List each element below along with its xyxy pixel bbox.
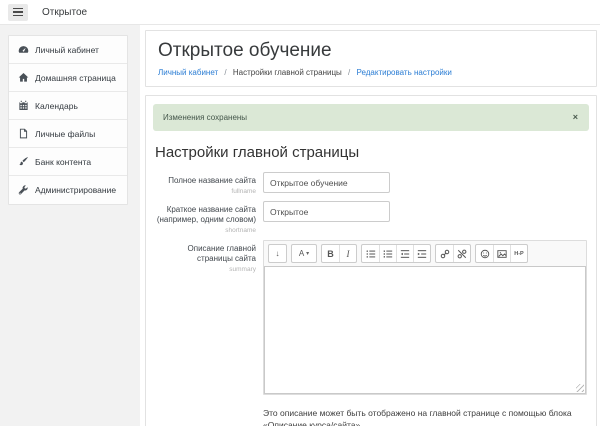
page-layout: Личный кабинет Домашняя страница Календа… bbox=[0, 25, 600, 426]
sidebar-item-label: Домашняя страница bbox=[35, 73, 116, 83]
font-style-button[interactable]: A▾ bbox=[292, 245, 316, 262]
moodle-admin-screen: Открытое Личный кабинет Домашняя страниц… bbox=[0, 0, 600, 426]
dashboard-icon bbox=[17, 44, 29, 56]
image-icon[interactable] bbox=[493, 245, 510, 262]
wrench-icon bbox=[17, 184, 29, 196]
file-icon bbox=[17, 128, 29, 140]
italic-button[interactable]: I bbox=[339, 245, 356, 262]
sidebar-item-label: Календарь bbox=[35, 101, 78, 111]
form-row-fullname: Полное название сайта fullname bbox=[153, 172, 589, 196]
hamburger-icon bbox=[13, 8, 23, 10]
hamburger-menu-button[interactable] bbox=[8, 4, 28, 21]
breadcrumb-separator: / bbox=[348, 68, 350, 77]
summary-label: Описание главной страницы сайта bbox=[153, 244, 256, 264]
sidebar-item-dashboard[interactable]: Личный кабинет bbox=[9, 36, 127, 64]
breadcrumb-link-dashboard[interactable]: Личный кабинет bbox=[158, 68, 218, 77]
sidebar-item-label: Банк контента bbox=[35, 157, 91, 167]
sidebar-item-home[interactable]: Домашняя страница bbox=[9, 64, 127, 92]
breadcrumb-current: Настройки главной страницы bbox=[233, 68, 342, 77]
summary-shortcode: summary bbox=[153, 265, 256, 274]
summary-help-text: Это описание может быть отображено на гл… bbox=[263, 407, 587, 426]
sidebar-item-administration[interactable]: Администрирование bbox=[9, 176, 127, 204]
top-navbar: Открытое bbox=[0, 0, 600, 25]
sidebar-item-calendar[interactable]: Календарь bbox=[9, 92, 127, 120]
shortname-shortcode: shortname bbox=[153, 226, 256, 235]
form-row-summary: Описание главной страницы сайта summary … bbox=[153, 240, 589, 426]
calendar-icon bbox=[17, 100, 29, 112]
bold-button[interactable]: B bbox=[322, 245, 339, 262]
breadcrumb-separator: / bbox=[224, 68, 226, 77]
chevron-down-icon: ▾ bbox=[306, 250, 309, 257]
rich-text-editor: ↓ A▾ B I bbox=[263, 240, 587, 395]
form-heading: Настройки главной страницы bbox=[155, 144, 587, 161]
main-content: Открытое обучение Личный кабинет / Настр… bbox=[140, 25, 600, 426]
fullname-label: Полное название сайта bbox=[153, 176, 256, 186]
collapse-toolbar-button[interactable]: ↓ bbox=[269, 245, 286, 262]
shortname-label: Краткое название сайта (например, одним … bbox=[153, 205, 256, 225]
form-row-shortname: Краткое название сайта (например, одним … bbox=[153, 201, 589, 235]
site-brand-link[interactable]: Открытое bbox=[42, 7, 87, 18]
sidebar-item-content-bank[interactable]: Банк контента bbox=[9, 148, 127, 176]
resize-handle[interactable] bbox=[576, 384, 584, 392]
shortname-input[interactable] bbox=[263, 201, 390, 222]
success-alert: Изменения сохранены × bbox=[153, 104, 589, 131]
home-icon bbox=[17, 72, 29, 84]
page-header-card: Открытое обучение Личный кабинет / Настр… bbox=[145, 30, 597, 87]
sidebar-item-label: Администрирование bbox=[35, 185, 116, 195]
fullname-shortcode: fullname bbox=[153, 187, 256, 196]
h5p-icon[interactable]: H-P bbox=[510, 245, 527, 262]
editor-content-area[interactable] bbox=[264, 266, 586, 394]
editor-toolbar: ↓ A▾ B I bbox=[264, 241, 586, 266]
sidebar-item-label: Личный кабинет bbox=[35, 45, 99, 55]
alert-close-icon[interactable]: × bbox=[572, 113, 579, 121]
breadcrumb-link-edit-settings[interactable]: Редактировать настройки bbox=[357, 68, 452, 77]
unlink-icon[interactable] bbox=[453, 245, 470, 262]
sidebar-nav-list: Личный кабинет Домашняя страница Календа… bbox=[8, 35, 128, 205]
sidebar-drawer: Личный кабинет Домашняя страница Календа… bbox=[0, 25, 140, 426]
ordered-list-icon[interactable] bbox=[379, 245, 396, 262]
page-title: Открытое обучение bbox=[158, 39, 584, 63]
settings-card: Изменения сохранены × Настройки главной … bbox=[145, 95, 597, 426]
indent-icon[interactable] bbox=[413, 245, 430, 262]
outdent-icon[interactable] bbox=[396, 245, 413, 262]
sidebar-item-label: Личные файлы bbox=[35, 129, 95, 139]
unordered-list-icon[interactable] bbox=[362, 245, 379, 262]
link-icon[interactable] bbox=[436, 245, 453, 262]
paintbrush-icon bbox=[17, 156, 29, 168]
breadcrumb: Личный кабинет / Настройки главной стран… bbox=[158, 68, 584, 77]
fullname-input[interactable] bbox=[263, 172, 390, 193]
sidebar-item-private-files[interactable]: Личные файлы bbox=[9, 120, 127, 148]
alert-message: Изменения сохранены bbox=[163, 113, 247, 122]
emoticon-icon[interactable] bbox=[476, 245, 493, 262]
